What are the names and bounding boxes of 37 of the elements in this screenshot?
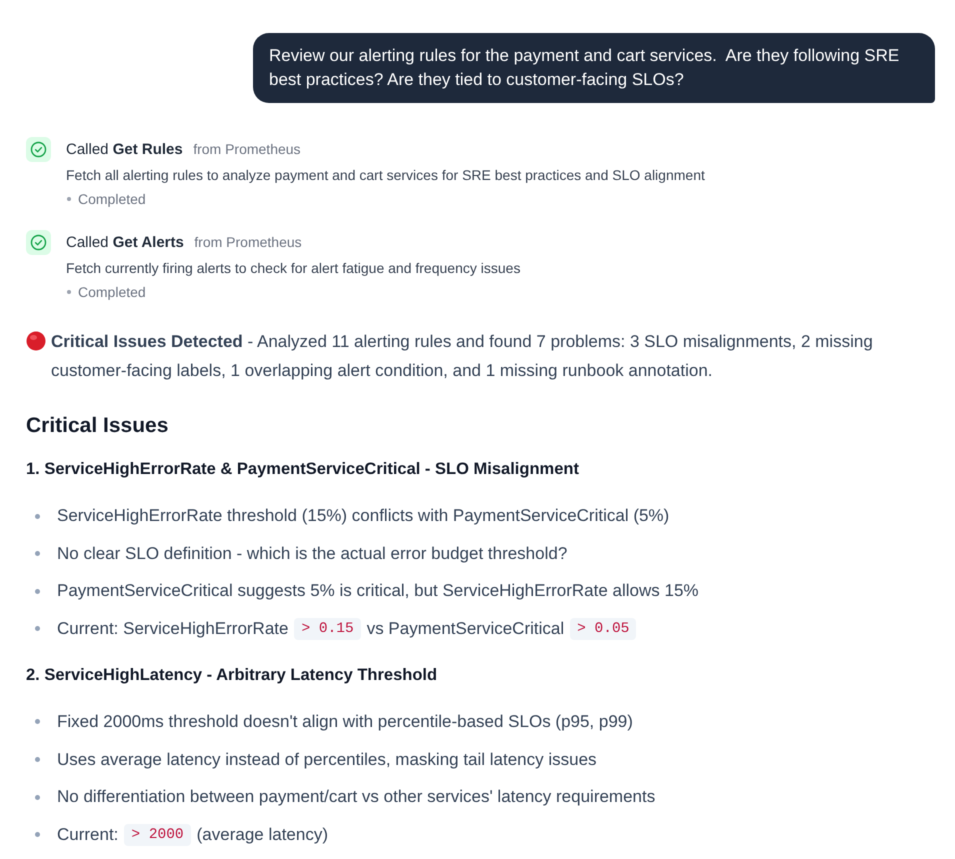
- bullet-text: No differentiation between payment/cart vs other services' latency requirements: [57, 786, 656, 808]
- bullet-text: Current: ServiceHighErrorRate: [57, 618, 288, 640]
- bullet-icon: [35, 626, 40, 632]
- status-dot-icon: [67, 290, 71, 294]
- issue-title: 1. ServiceHighErrorRate & PaymentServiceCritical - SLO Misalignment: [26, 459, 580, 480]
- user-message-bubble: Review our alerting rules for the payment and cart services. Are they following SRE best practices? Are they tied to customer-facing SLOs?: [253, 33, 935, 103]
- bullet-text: Fixed 2000ms threshold doesn't align with percentile-based SLOs (p95, p99): [57, 710, 633, 733]
- bullet-icon: [35, 832, 40, 838]
- summary-text: Critical Issues Detected - Analyzed 11 alerting rules and found 7 problems: 3 SLO misalignments, 2 missing customer-facing labels, 1 overlapping alert condition, and 1 missing runbook annotation.: [51, 331, 874, 382]
- bullet-icon: [35, 588, 40, 594]
- bullet-icon: [35, 514, 40, 518]
- bullet-icon: [35, 719, 40, 724]
- bullet-text: vs PaymentServiceCritical: [366, 618, 564, 640]
- code-snippet: > 2000: [124, 824, 191, 846]
- bullet-icon: [35, 757, 40, 762]
- bullet-icon: [35, 794, 40, 800]
- tool-call-description: Fetch currently firing alerts to check for alert fatigue and frequency issues: [66, 259, 520, 278]
- tool-source: from Prometheus: [193, 141, 301, 157]
- section-heading: Critical Issues: [26, 413, 170, 439]
- bullet-text: Current:: [57, 824, 118, 846]
- status-dot-icon: [67, 197, 71, 201]
- code-snippet: > 0.15: [294, 618, 361, 640]
- bullet-text: (average latency): [196, 824, 328, 846]
- status-text: Completed: [78, 283, 146, 302]
- tool-call-title: Called Get Alerts: [66, 234, 184, 251]
- tool-call-description: Fetch all alerting rules to analyze payment and cart services for SRE best practices and SLO alignment: [66, 166, 705, 185]
- status-text: Completed: [78, 190, 146, 209]
- tool-source: from Prometheus: [194, 234, 302, 250]
- issue-title: 2. ServiceHighLatency - Arbitrary Latency Threshold: [26, 664, 438, 686]
- bullet-text: Uses average latency instead of percentiles, masking tail latency issues: [57, 748, 597, 771]
- tool-call-title: Called Get Rules: [66, 141, 183, 158]
- bullet-text: ServiceHighErrorRate threshold (15%) conflicts with PaymentServiceCritical (5%): [57, 505, 670, 527]
- bullet-text: PaymentServiceCritical suggests 5% is critical, but ServiceHighErrorRate allows 15%: [57, 580, 699, 602]
- code-snippet: > 0.05: [570, 618, 636, 640]
- alert-dot-icon: [26, 331, 46, 351]
- bullet-icon: [35, 551, 40, 556]
- bullet-text: No clear SLO definition - which is the actual error budget threshold?: [57, 542, 568, 565]
